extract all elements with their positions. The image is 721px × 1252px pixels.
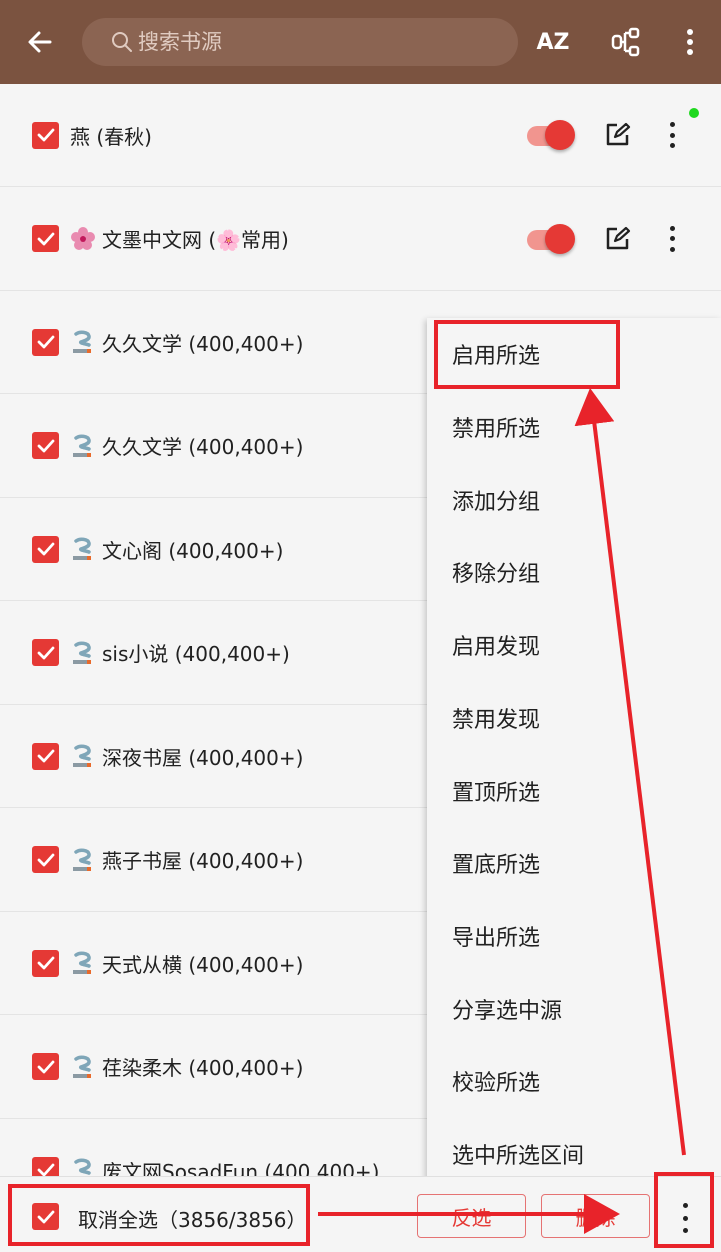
more-options-button[interactable] [670,22,710,62]
invert-selection-button[interactable]: 反选 [417,1194,526,1238]
source-checkbox[interactable] [32,1156,59,1176]
bottom-selection-bar: 取消全选（3856/3856） 反选 删除 [0,1176,721,1252]
source-name: 文心阁 (400,400+) [70,535,283,564]
group-button[interactable] [606,22,646,62]
smoke-icon [70,640,96,666]
source-name: 久久文学 (400,400+) [70,328,303,357]
search-bar[interactable] [82,18,518,66]
source-name: 燕子书屋 (400,400+) [70,845,303,874]
more-dot [682,1228,688,1233]
source-name-text: 燕子书屋 (400,400+) [102,849,304,873]
source-name-text: 文心阁 (400,400+) [102,538,284,563]
source-name: 天式从横 (400,400+) [70,949,303,978]
row-more-icon[interactable] [660,120,684,150]
source-checkbox[interactable] [32,535,59,563]
source-name: 久久文学 (400,400+) [70,431,303,460]
source-checkbox[interactable] [32,742,59,770]
source-name-text: 荏染柔木 (400,400+) [102,1056,304,1080]
source-checkbox[interactable] [32,225,59,252]
source-name: 燕 (春秋) [70,121,152,150]
group-icon [611,27,640,57]
source-name-text: 天式从横 (400,400+) [102,952,304,977]
source-name: 文墨中文网 (🌸常用) [70,224,289,253]
more-dot [682,1203,688,1208]
source-name-text: 深夜书屋 (400,400+) [102,745,304,770]
smoke-icon [70,536,96,562]
search-icon [110,30,134,54]
enable-toggle[interactable] [527,120,577,150]
source-name-text: 久久文学 (400,400+) [102,331,304,356]
smoke-icon [70,950,96,976]
menu-item[interactable]: 禁用所选 [427,391,721,464]
bottom-more-button[interactable] [680,1203,690,1233]
source-name-text: 久久文学 (400,400+) [102,435,304,459]
source-checkbox[interactable] [32,432,59,459]
menu-item[interactable]: 置顶所选 [427,754,721,827]
flower-icon [70,226,96,252]
source-name-text: 废文网SosadFun (400,400+) [102,1159,380,1177]
back-arrow-icon[interactable] [20,22,60,62]
menu-item[interactable]: 分享选中源 [427,972,721,1045]
menu-item[interactable]: 置底所选 [427,827,721,900]
source-name: 深夜书屋 (400,400+) [70,742,303,771]
source-checkbox[interactable] [32,328,59,356]
menu-item[interactable]: 导出所选 [427,900,721,973]
menu-item[interactable]: 启用所选 [427,318,721,391]
select-all-checkbox[interactable] [32,1203,59,1230]
source-checkbox[interactable] [32,1053,59,1080]
smoke-icon [70,329,96,355]
smoke-icon [70,847,96,873]
source-name-text: 文墨中文网 (🌸常用) [102,228,289,252]
smoke-icon [70,743,96,769]
source-checkbox[interactable] [32,846,59,873]
menu-item[interactable]: 添加分组 [427,463,721,536]
enable-toggle[interactable] [527,223,577,254]
more-vert-icon [687,29,693,55]
edit-icon[interactable] [603,225,631,253]
search-input[interactable] [138,30,498,54]
row-more-icon[interactable] [660,224,684,254]
source-checkbox[interactable] [32,121,59,149]
source-name: 荏染柔木 (400,400+) [70,1052,303,1081]
source-row[interactable]: 文墨中文网 (🌸常用) [0,188,721,291]
smoke-icon [70,1054,96,1080]
source-row[interactable]: 燕 (春秋) [0,84,721,187]
top-toolbar: AZ [0,0,721,84]
smoke-icon [70,433,96,459]
sort-az-button[interactable]: AZ [533,22,573,62]
edit-icon[interactable] [603,121,631,149]
source-checkbox[interactable] [32,949,59,977]
source-name: sis小说 (400,400+) [70,638,290,667]
more-dot [682,1215,688,1221]
menu-item[interactable]: 移除分组 [427,536,721,609]
sort-az-icon: AZ [536,29,570,55]
smoke-icon [70,1157,96,1176]
delete-button[interactable]: 删除 [541,1194,650,1238]
menu-item[interactable]: 启用发现 [427,609,721,682]
batch-action-menu: 启用所选 禁用所选 添加分组 移除分组 启用发现 禁用发现 置顶所选 置底所选 导出所选 分享选中… [427,318,721,1190]
menu-item[interactable]: 校验所选 [427,1045,721,1118]
source-checkbox[interactable] [32,639,59,666]
status-indicator-dot [689,108,699,118]
source-name: 废文网SosadFun (400,400+) [70,1156,380,1177]
select-all-label[interactable]: 取消全选（3856/3856） [78,1204,307,1233]
menu-item[interactable]: 禁用发现 [427,682,721,755]
source-name-text: 燕 (春秋) [70,124,152,149]
source-name-text: sis小说 (400,400+) [102,642,290,666]
